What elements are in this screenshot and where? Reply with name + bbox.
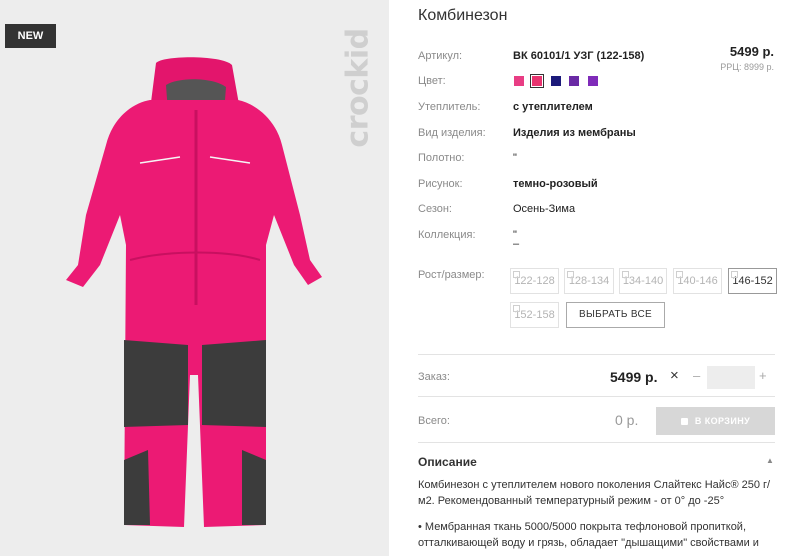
attr-value-dash: –	[513, 238, 520, 250]
size-label: 140-146	[677, 275, 718, 287]
attr-value: ВК 60101/1 УЗГ (122-158)	[513, 50, 645, 62]
size-label: 152-158	[514, 309, 555, 321]
attr-label: Сезон:	[418, 203, 452, 215]
attr-value: "	[513, 152, 517, 164]
divider	[418, 442, 775, 443]
image-placeholder-icon	[676, 271, 683, 278]
image-placeholder-icon	[513, 271, 520, 278]
color-swatch[interactable]	[587, 76, 598, 86]
color-swatch[interactable]	[514, 76, 524, 86]
color-swatch[interactable]	[530, 74, 545, 88]
color-swatch[interactable]	[550, 76, 561, 86]
quantity-input[interactable]	[707, 366, 755, 389]
product-photo[interactable]: NEW crockid	[0, 0, 389, 556]
description-text: • Мембранная ткань 5000/5000 покрыта теф…	[418, 521, 759, 549]
image-placeholder-icon	[622, 271, 629, 278]
size-option[interactable]: 134-140	[619, 268, 667, 294]
size-option[interactable]: 140-146	[673, 268, 722, 294]
size-option[interactable]: 152-158	[510, 302, 559, 328]
color-swatches	[514, 74, 602, 88]
size-label: 122-128	[514, 275, 555, 287]
size-label: 128-134	[568, 275, 610, 287]
select-all-sizes-button[interactable]: ВЫБРАТЬ ВСЕ	[566, 302, 665, 328]
size-option[interactable]: 122-128	[510, 268, 559, 294]
close-icon[interactable]: ×	[670, 367, 679, 384]
increase-quantity-button[interactable]: +	[759, 368, 767, 383]
image-placeholder-icon	[731, 271, 738, 278]
product-info-panel: Комбинезон 5499 р. РРЦ: 8999 р. Артикул:…	[405, 0, 800, 556]
total-value: 0 р.	[615, 412, 639, 428]
color-swatch[interactable]	[569, 76, 580, 86]
size-option[interactable]: 128-134	[564, 268, 614, 294]
attr-value: темно-розовый	[513, 178, 598, 190]
size-option-selected[interactable]: 146-152	[728, 268, 777, 294]
product-title: Комбинезон	[418, 7, 508, 24]
cart-bag-icon	[680, 418, 688, 425]
decrease-quantity-button[interactable]: –	[693, 368, 700, 383]
jumpsuit-image	[66, 57, 322, 527]
image-placeholder-icon	[567, 271, 574, 278]
divider	[418, 354, 775, 355]
recommended-price: РРЦ: 8999 р.	[720, 62, 774, 72]
attr-label: Артикул:	[418, 50, 463, 62]
order-label: Заказ:	[418, 371, 450, 383]
attr-label: Утеплитель:	[418, 101, 481, 113]
attr-value: Изделия из мембраны	[513, 127, 636, 139]
divider	[418, 396, 775, 397]
product-price: 5499 р.	[729, 44, 774, 59]
add-to-cart-button[interactable]: В КОРЗИНУ	[656, 407, 775, 435]
description-title[interactable]: Описание	[418, 455, 477, 469]
attr-label: Рисунок:	[418, 178, 463, 190]
attr-value: с утеплителем	[513, 101, 593, 113]
description-text: Комбинезон с утеплителем нового поколени…	[418, 479, 771, 507]
attr-label: Коллекция:	[418, 229, 476, 241]
attr-label: Цвет:	[418, 75, 446, 87]
attr-label: Рост/размер:	[418, 269, 485, 281]
total-label: Всего:	[418, 415, 450, 427]
attr-label: Полотно:	[418, 152, 465, 164]
order-price: 5499 р.	[610, 369, 658, 385]
new-badge: NEW	[5, 24, 56, 48]
add-to-cart-label: В КОРЗИНУ	[694, 416, 751, 426]
attr-label: Вид изделия:	[418, 127, 486, 139]
size-label: 146-152	[732, 275, 773, 287]
image-placeholder-icon	[513, 305, 520, 312]
attr-value: Осень-Зима	[513, 203, 576, 215]
collapse-caret-icon[interactable]: ▲	[766, 456, 774, 465]
